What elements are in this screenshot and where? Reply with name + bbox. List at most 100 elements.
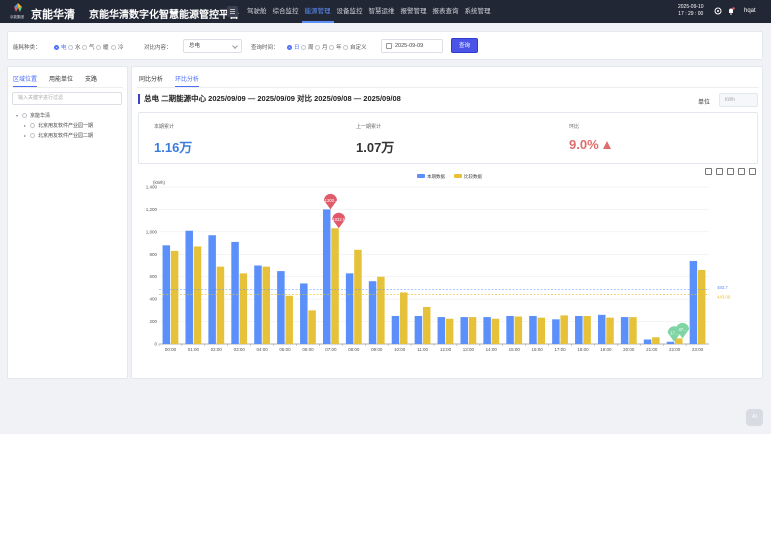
bar[interactable] <box>239 273 248 344</box>
tab[interactable]: 区域位置 <box>13 74 38 87</box>
bar[interactable] <box>216 266 225 344</box>
company-logo[interactable]: 京能集团 <box>10 3 26 20</box>
bar[interactable] <box>345 273 354 344</box>
bar[interactable] <box>231 241 239 344</box>
main-nav: 驾驶舱 综合监控 能源管理 设备监控 智慧运维 报警管理 报表查询 系统管理 <box>244 0 494 23</box>
bar[interactable] <box>368 281 377 344</box>
radio-option[interactable]: 月 <box>315 43 328 51</box>
bar[interactable] <box>185 230 193 344</box>
nav-item[interactable]: 智慧运维 <box>366 0 398 23</box>
divider <box>13 87 123 88</box>
kpi-value: 9.0% <box>569 137 611 152</box>
nav-item[interactable]: 报警管理 <box>398 0 430 23</box>
bar[interactable] <box>391 315 400 344</box>
radio-option[interactable]: 电 <box>54 43 67 51</box>
radio-option[interactable]: 周 <box>301 43 314 51</box>
nav-item[interactable]: 设备监控 <box>334 0 366 23</box>
compare-select[interactable]: 总电 <box>183 39 242 53</box>
tab[interactable]: 支路 <box>85 74 97 87</box>
bar[interactable] <box>620 317 629 344</box>
checkbox-icon[interactable] <box>30 132 35 138</box>
tree-node[interactable]: ▸ 北京用友软件产业园一期 <box>16 120 93 130</box>
tree-node[interactable]: ▸ 北京用友软件产业园二期 <box>16 130 93 140</box>
bar[interactable] <box>468 317 477 344</box>
bar[interactable] <box>262 266 271 344</box>
bar[interactable] <box>597 314 606 344</box>
nav-item[interactable]: 综合监控 <box>270 0 302 23</box>
radio-option[interactable]: 冷 <box>111 43 124 51</box>
x-tick-label: 15:00 <box>509 347 521 352</box>
bar[interactable] <box>666 341 675 344</box>
bar[interactable] <box>170 250 179 344</box>
legend-label[interactable]: 比较数据 <box>464 173 482 180</box>
bar[interactable] <box>689 261 698 344</box>
bar[interactable] <box>162 245 171 344</box>
nav-item[interactable]: 报表查询 <box>430 0 462 23</box>
tree-node[interactable]: ▾ 京能华清 <box>16 110 93 120</box>
time-label: 查询时间： <box>251 45 279 51</box>
radio-option[interactable]: 日 <box>287 43 300 51</box>
bar[interactable] <box>277 271 285 344</box>
bar[interactable] <box>331 228 339 344</box>
settings-icon[interactable] <box>714 7 722 15</box>
query-button[interactable]: 查询 <box>451 38 478 53</box>
bar[interactable] <box>414 315 423 344</box>
radio-option[interactable]: 水 <box>68 43 81 51</box>
tab[interactable]: 用能单位 <box>49 74 73 87</box>
bar[interactable] <box>552 319 560 344</box>
bar[interactable] <box>322 209 331 344</box>
tab[interactable]: 同比分析 <box>139 74 163 87</box>
nav-item[interactable]: 能源管理 <box>301 0 334 23</box>
x-tick-label: 06:00 <box>302 347 314 352</box>
bar[interactable] <box>629 317 637 344</box>
radio-option[interactable]: 气 <box>82 43 95 51</box>
bar[interactable] <box>583 315 591 344</box>
checkbox-icon[interactable] <box>22 112 27 118</box>
bar[interactable] <box>437 317 446 344</box>
bar[interactable] <box>529 315 537 344</box>
analysis-panel: 同比分析 环比分析 总电 二期能源中心 2025/09/09 — 2025/09/… <box>131 66 763 379</box>
ai-assistant-button[interactable]: AI <box>746 409 763 426</box>
bar[interactable] <box>460 317 468 344</box>
bar[interactable] <box>514 316 523 344</box>
bar[interactable] <box>254 265 262 345</box>
legend-label[interactable]: 本期数据 <box>427 173 445 180</box>
radio-option[interactable]: 暖 <box>96 43 109 51</box>
clock: 2025-09-10 17 : 29 : 00 <box>678 4 704 18</box>
menu-toggle-button[interactable] <box>227 6 238 17</box>
bar[interactable] <box>506 315 514 344</box>
radio-circle-icon <box>329 44 334 50</box>
bar[interactable] <box>422 306 431 344</box>
bar[interactable] <box>308 310 316 344</box>
legend-swatch[interactable] <box>417 174 425 178</box>
bar[interactable] <box>575 315 583 344</box>
bar[interactable] <box>560 315 568 344</box>
bar[interactable] <box>652 337 660 344</box>
unit-input[interactable]: kWh <box>719 93 758 107</box>
bar[interactable] <box>445 318 454 344</box>
bar[interactable] <box>606 317 614 344</box>
bar[interactable] <box>643 339 652 344</box>
bar[interactable] <box>377 276 385 344</box>
bar[interactable] <box>300 283 308 344</box>
bar[interactable] <box>697 269 706 344</box>
bar[interactable] <box>537 317 546 344</box>
bar[interactable] <box>675 338 683 344</box>
nav-item[interactable]: 驾驶舱 <box>244 0 270 23</box>
radio-option[interactable]: 自定义 <box>343 43 367 51</box>
radio-option[interactable]: 年 <box>329 43 342 51</box>
legend-swatch[interactable] <box>454 174 462 178</box>
date-picker[interactable]: 2025-09-09 <box>381 39 443 53</box>
bell-icon[interactable] <box>727 7 735 15</box>
nav-item[interactable]: 系统管理 <box>462 0 494 23</box>
tree-search-input[interactable]: 输入关键字进行过滤 <box>12 92 122 105</box>
bar[interactable] <box>491 318 500 344</box>
bar[interactable] <box>354 249 362 344</box>
bar[interactable] <box>285 295 293 344</box>
bar[interactable] <box>193 246 202 344</box>
user-name[interactable]: hqat <box>744 8 756 14</box>
tab[interactable]: 环比分析 <box>175 74 200 87</box>
bar[interactable] <box>483 317 491 344</box>
checkbox-icon[interactable] <box>30 122 35 128</box>
bar[interactable] <box>400 292 408 344</box>
